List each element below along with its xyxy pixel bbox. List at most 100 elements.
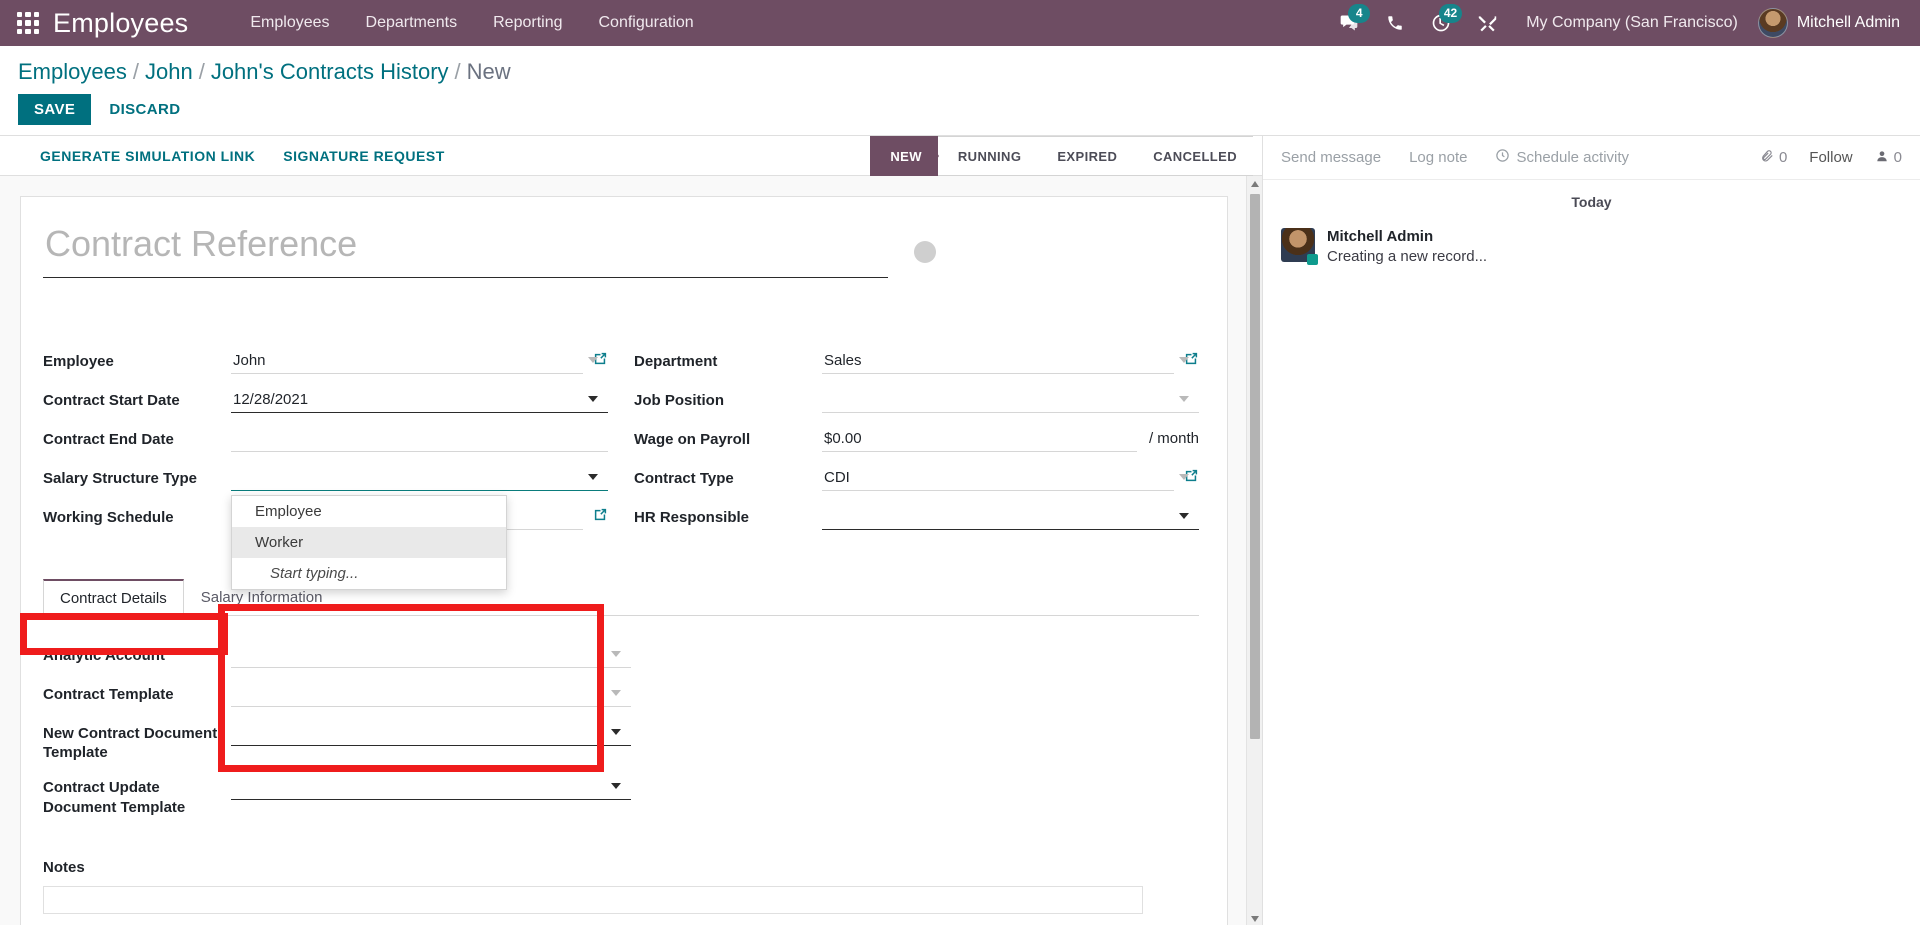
send-message-button[interactable]: Send message [1281,149,1381,166]
field-contract-start-date: Contract Start Date [43,387,608,414]
form-column-left: Employee Contract Start Date [43,348,608,590]
scroll-up-arrow-icon[interactable] [1251,181,1259,187]
contract-end-date-input[interactable] [231,426,608,452]
title-row [43,219,1199,278]
new-contract-document-template-input[interactable] [231,720,631,746]
record-avatar [914,241,936,263]
clock-icon [1495,148,1510,167]
salary-structure-type-dropdown: Employee Worker Start typing... [231,495,507,590]
hr-responsible-input[interactable] [822,504,1199,530]
messages-icon[interactable]: 4 [1326,0,1372,46]
status-badge [1307,254,1318,265]
date-separator: Today [1263,180,1920,218]
contract-start-date-input[interactable] [231,387,608,413]
contract-update-document-template-input[interactable] [231,774,631,801]
breadcrumb-current: New [466,59,511,84]
apps-grid-icon[interactable] [17,12,39,34]
menu-reporting[interactable]: Reporting [475,0,580,46]
field-label: Analytic Account [43,647,165,664]
external-link-icon[interactable] [593,351,608,371]
field-salary-structure-type: Salary Structure Type Employee Worker St… [43,465,608,590]
field-employee: Employee [43,348,608,375]
generate-simulation-link-button[interactable]: GENERATE SIMULATION LINK [26,136,269,175]
stage-new[interactable]: NEW [870,136,938,176]
salary-structure-type-input[interactable] [231,465,608,491]
dropdown-option-employee[interactable]: Employee [232,496,506,527]
field-label: Contract Update Document Template [43,779,186,816]
follow-button[interactable]: Follow [1809,149,1852,166]
field-label: Employee [43,353,114,370]
tab-contract-details[interactable]: Contract Details [43,579,184,616]
field-analytic-account: Analytic Account [43,642,1199,669]
breadcrumb-john[interactable]: John [145,59,193,84]
dropdown-option-worker[interactable]: Worker [232,527,506,558]
external-link-icon[interactable] [593,507,608,527]
sheet-header: GENERATE SIMULATION LINK SIGNATURE REQUE… [0,136,1262,176]
field-label: Contract Type [634,470,734,487]
scroll-down-arrow-icon[interactable] [1251,916,1259,922]
signature-request-button[interactable]: SIGNATURE REQUEST [269,136,458,175]
menu-employees[interactable]: Employees [232,0,347,46]
dropdown-hint: Start typing... [270,565,359,582]
job-position-input[interactable] [822,387,1199,413]
log-note-button[interactable]: Log note [1409,149,1467,166]
employee-input[interactable] [231,348,583,374]
form-scrollbar[interactable] [1246,176,1262,925]
stage-running[interactable]: RUNNING [937,136,1038,176]
field-wage-on-payroll: Wage on Payroll / month [634,426,1199,453]
scrollbar-thumb[interactable] [1250,194,1260,739]
follower-count[interactable]: 0 [1875,149,1902,167]
form-sheet: Employee Contract Start Date [20,196,1228,925]
tab-panel-contract-details: Analytic Account Contract Template New C… [43,616,1199,914]
schedule-activity-button[interactable]: Schedule activity [1495,148,1629,167]
date-separator-label: Today [1571,194,1612,210]
top-navbar: Employees Employees Departments Reportin… [0,0,1920,46]
wage-on-payroll-input[interactable] [822,426,1137,452]
field-label: Contract Start Date [43,392,180,409]
field-contract-update-document-template: Contract Update Document Template [43,774,1199,816]
phone-icon[interactable] [1372,0,1418,46]
app-title: Employees [53,7,189,38]
discard-button[interactable]: DISCARD [99,94,190,125]
field-label: Wage on Payroll [634,431,751,448]
stage-expired[interactable]: EXPIRED [1037,136,1134,176]
breadcrumb-separator: / [198,59,205,84]
contract-reference-input[interactable] [43,219,888,278]
external-link-icon[interactable] [1184,468,1199,488]
external-link-icon[interactable] [1184,351,1199,371]
breadcrumb-separator: / [454,59,461,84]
department-input[interactable] [822,348,1174,374]
contract-type-input[interactable] [822,465,1174,491]
activities-badge: 42 [1438,4,1463,23]
company-selector[interactable]: My Company (San Francisco) [1510,14,1754,32]
field-new-contract-document-template: New Contract Document Template [43,720,1199,762]
field-label: Job Position [634,392,724,409]
body: GENERATE SIMULATION LINK SIGNATURE REQUE… [0,135,1920,925]
follower-count-value: 0 [1893,149,1902,166]
user-name: Mitchell Admin [1796,14,1900,31]
field-label: Contract Template [43,686,174,703]
stage-cancelled[interactable]: CANCELLED [1133,136,1253,176]
field-label: Department [634,353,718,370]
chatter-pane: Send message Log note Schedule activity … [1262,135,1920,925]
user-menu[interactable]: Mitchell Admin [1754,8,1920,38]
paperclip-icon [1760,149,1774,167]
analytic-account-input[interactable] [231,642,631,668]
breadcrumb-employees[interactable]: Employees [18,59,127,84]
save-button[interactable]: SAVE [18,94,92,125]
schedule-activity-label: Schedule activity [1516,149,1630,166]
menu-configuration[interactable]: Configuration [581,0,712,46]
avatar [1757,8,1788,38]
contract-template-input[interactable] [231,681,631,707]
field-contract-end-date: Contract End Date [43,426,608,453]
menu-departments[interactable]: Departments [348,0,476,46]
form-pane: GENERATE SIMULATION LINK SIGNATURE REQUE… [0,135,1262,925]
tools-wrench-icon[interactable] [1464,0,1510,46]
field-label: Working Schedule [43,509,174,526]
breadcrumb-contracts-history[interactable]: John's Contracts History [211,59,449,84]
attachment-count[interactable]: 0 [1760,149,1787,167]
activities-clock-icon[interactable]: 42 [1418,0,1464,46]
field-contract-type: Contract Type [634,465,1199,492]
notes-editor[interactable] [43,885,1143,914]
field-label: New Contract Document Template [43,725,218,762]
